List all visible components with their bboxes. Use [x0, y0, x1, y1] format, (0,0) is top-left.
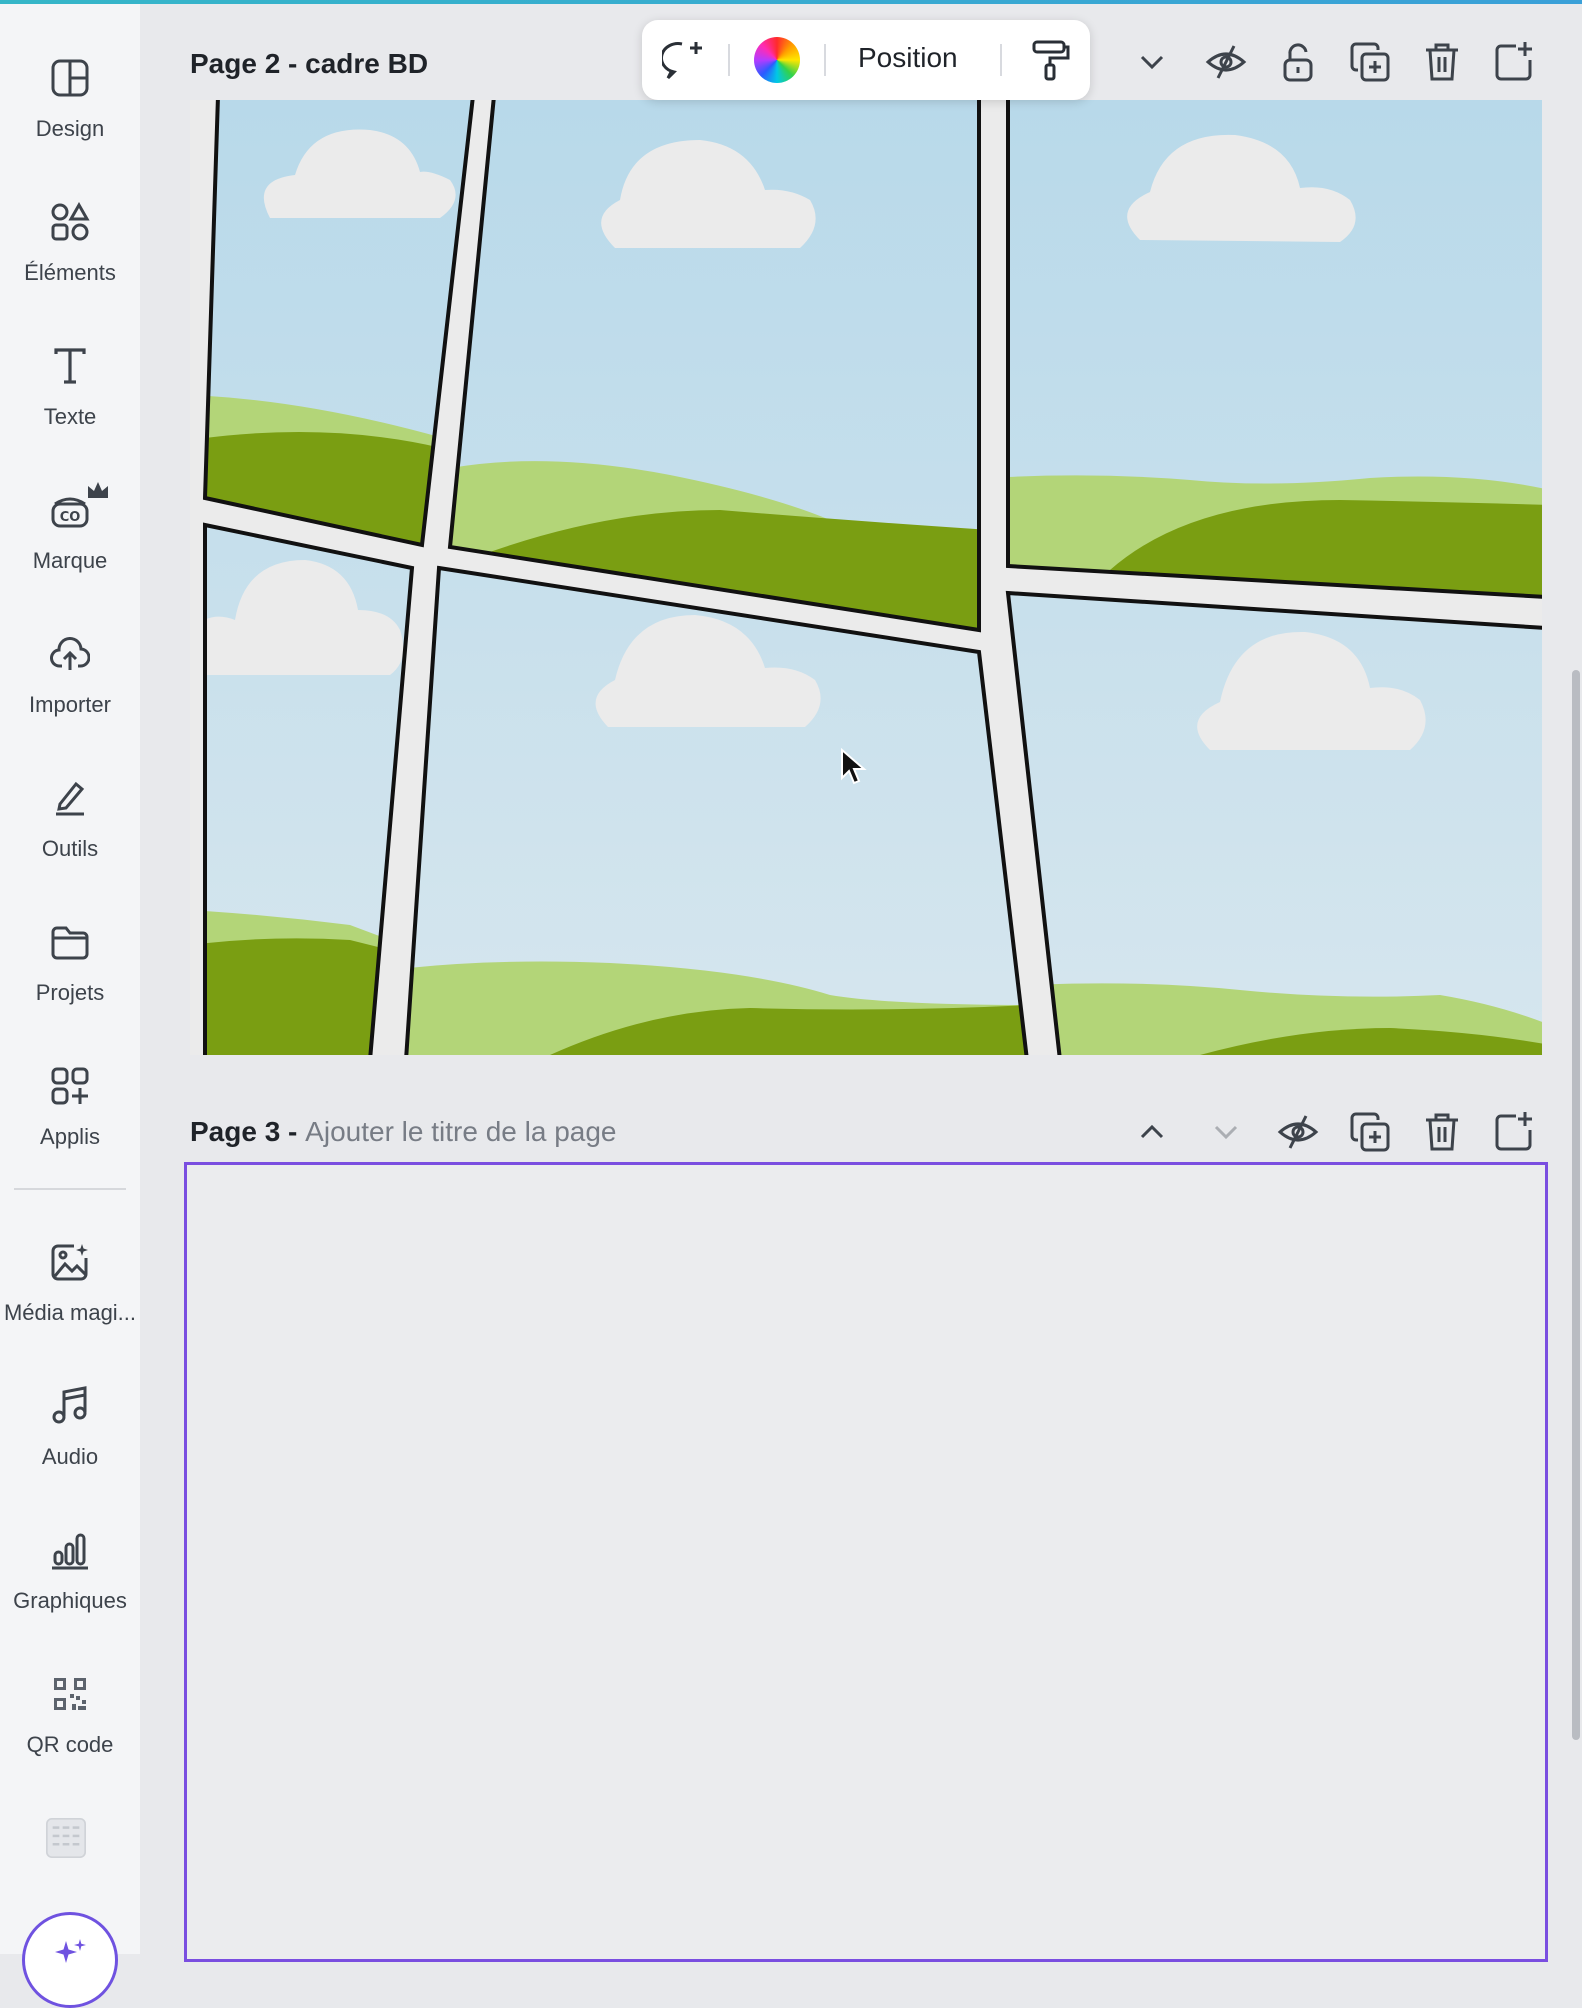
comment-add-icon: [660, 42, 702, 80]
qr-code-icon: [50, 1674, 90, 1714]
apps-icon: [50, 1066, 90, 1106]
app-thumbnail-icon: [46, 1818, 94, 1866]
draw-tools-icon: [50, 778, 90, 818]
mouse-cursor-icon: [840, 747, 868, 788]
eye-hidden-icon: [1277, 1115, 1319, 1149]
duplicate-page-button[interactable]: [1348, 40, 1392, 84]
unlock-icon: [1283, 43, 1313, 82]
duplicate-page-button[interactable]: [1348, 1110, 1392, 1154]
move-page-down-button[interactable]: [1130, 40, 1174, 84]
add-comment-button[interactable]: [660, 38, 706, 82]
magic-media-icon: [50, 1242, 90, 1282]
add-page-button[interactable]: [1492, 1110, 1536, 1154]
duplicate-icon: [1350, 1112, 1390, 1152]
sidebar-item-apps[interactable]: Applis: [0, 1058, 140, 1178]
add-page-icon: [1495, 42, 1532, 81]
move-page-up-button[interactable]: [1130, 1110, 1174, 1154]
sidebar-item-label: Audio: [41, 1444, 99, 1469]
sidebar-item-label: Applis: [40, 1124, 100, 1149]
comic-frame-graphic[interactable]: [190, 100, 1542, 1055]
page-3-canvas[interactable]: [184, 1162, 1548, 1962]
sidebar-item-label: Média magi...: [3, 1300, 137, 1325]
move-page-down-button[interactable]: [1204, 1110, 1248, 1154]
hide-page-button[interactable]: [1276, 1110, 1320, 1154]
trash-icon: [1426, 43, 1458, 81]
sidebar-item-label: Éléments: [24, 260, 116, 285]
eye-hidden-icon: [1205, 45, 1247, 79]
add-page-button[interactable]: [1492, 40, 1536, 84]
scrollbar-thumb[interactable]: [1572, 670, 1580, 1740]
lock-page-button[interactable]: [1276, 40, 1320, 84]
copy-style-button[interactable]: [1028, 38, 1072, 82]
duplicate-icon: [1350, 42, 1390, 82]
sidebar-item-label: Design: [35, 116, 105, 141]
add-page-icon: [1495, 1112, 1532, 1151]
page-title-placeholder[interactable]: Ajouter le titre de la page: [305, 1116, 616, 1147]
chevron-down-icon: [1214, 1125, 1238, 1140]
elements-icon: [50, 202, 90, 242]
svg-text:CO: CO: [60, 510, 81, 525]
toolbar-divider: [728, 44, 730, 76]
sidebar-item-projects[interactable]: Projets: [0, 914, 140, 1034]
sidebar-item-label: Outils: [41, 836, 99, 861]
upload-cloud-icon: [50, 634, 90, 674]
sidebar-item-label: Texte: [43, 404, 97, 429]
sidebar-item-text[interactable]: Texte: [0, 338, 140, 458]
bar-chart-icon: [50, 1530, 90, 1570]
sidebar-item-design[interactable]: Design: [0, 50, 140, 170]
left-sidebar: Design Éléments Texte CO Marque Importer…: [0, 4, 140, 2008]
delete-page-button[interactable]: [1420, 1110, 1464, 1154]
position-button[interactable]: Position: [858, 42, 958, 74]
sidebar-item-upload[interactable]: Importer: [0, 626, 140, 746]
chevron-down-icon: [1140, 55, 1164, 70]
sidebar-item-qr-code[interactable]: QR code: [0, 1666, 140, 1786]
page-2-title[interactable]: Page 2 - cadre BD: [190, 48, 428, 80]
paint-roller-icon: [1032, 40, 1070, 81]
delete-page-button[interactable]: [1420, 40, 1464, 84]
trash-icon: [1426, 1113, 1458, 1151]
sidebar-item-brand[interactable]: CO Marque: [0, 482, 140, 602]
hide-page-button[interactable]: [1204, 40, 1248, 84]
sidebar-item-label: Importer: [29, 692, 111, 717]
sidebar-item-label: QR code: [26, 1732, 114, 1757]
toolbar-divider: [1000, 44, 1002, 76]
color-picker-button[interactable]: [754, 37, 800, 83]
sidebar-item-charts[interactable]: Graphiques: [0, 1522, 140, 1642]
sidebar-item-label: Projets: [35, 980, 105, 1005]
page-2-canvas[interactable]: [190, 100, 1542, 1055]
top-accent-line: [0, 0, 1582, 4]
folder-icon: [50, 922, 90, 962]
sidebar-item-magic-media[interactable]: Média magi...: [0, 1234, 140, 1354]
sidebar-item-tools[interactable]: Outils: [0, 770, 140, 890]
music-note-icon: [50, 1386, 90, 1426]
page-3-number: Page 3 -: [190, 1116, 306, 1147]
sidebar-item-elements[interactable]: Éléments: [0, 194, 140, 314]
floating-element-toolbar: Position: [642, 20, 1090, 100]
text-icon: [50, 346, 90, 386]
sidebar-item-label: Marque: [32, 548, 108, 573]
sidebar-item-audio[interactable]: Audio: [0, 1378, 140, 1498]
design-icon: [50, 58, 90, 98]
sidebar-item-app-thumbnail[interactable]: [0, 1810, 140, 1870]
chevron-up-icon: [1140, 1124, 1164, 1139]
brand-icon: CO: [50, 490, 90, 530]
magic-assistant-button[interactable]: [22, 1912, 118, 2008]
sparkle-icon: [55, 1939, 86, 1963]
page-3-title[interactable]: Page 3 - Ajouter le titre de la page: [190, 1116, 616, 1148]
sidebar-divider: [14, 1188, 126, 1190]
toolbar-divider: [824, 44, 826, 76]
sidebar-item-label: Graphiques: [13, 1588, 127, 1613]
